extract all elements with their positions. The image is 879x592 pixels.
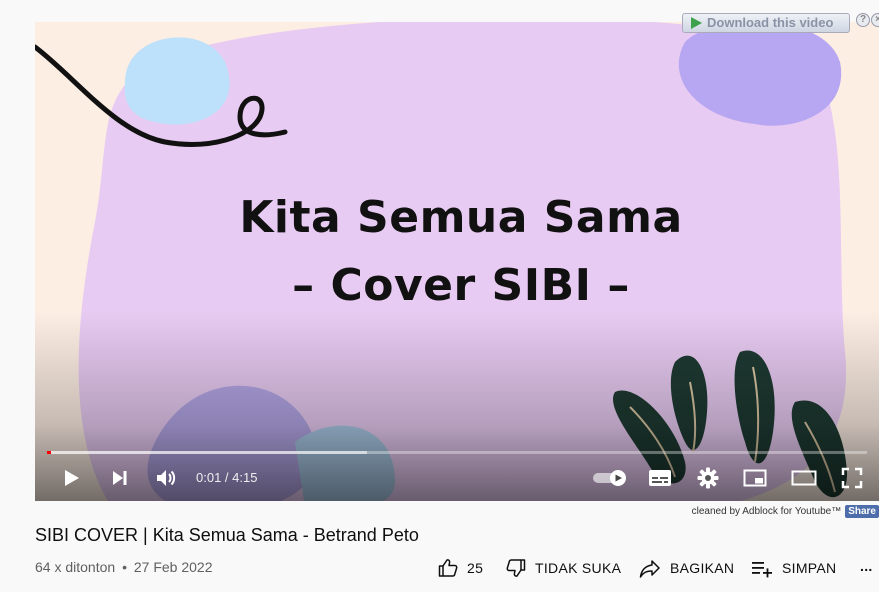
autoplay-toggle-icon [593,470,626,486]
share-label: BAGIKAN [670,560,735,576]
dislike-button[interactable]: TIDAK SUKA [506,558,621,578]
upload-date: 27 Feb 2022 [133,559,213,575]
miniplayer-icon [743,469,767,487]
save-label: SIMPAN [782,560,837,576]
thumbs-up-icon [438,559,458,577]
next-button[interactable] [105,464,133,492]
subtitles-button[interactable] [646,464,674,492]
like-button[interactable]: 25 [438,558,483,578]
settings-button[interactable] [694,464,722,492]
share-icon [639,560,660,578]
video-overlay-title-line2: – Cover SIBI – [292,260,630,311]
thumbs-down-icon [506,559,526,577]
play-button[interactable] [57,464,85,492]
skip-next-icon [113,471,127,485]
theater-mode-button[interactable] [790,464,818,492]
progress-played [47,451,52,454]
download-extension-bar: Download this video ? × [678,13,879,35]
volume-button[interactable] [152,464,180,492]
volume-icon [157,470,176,486]
adblock-share-button[interactable]: Share [845,505,879,518]
view-count: 64 x ditonton [35,559,116,575]
gear-icon [697,467,719,489]
progress-loaded [47,451,367,454]
video-meta: 64 x ditonton • 27 Feb 2022 [35,559,212,575]
miniplayer-button[interactable] [741,464,769,492]
help-button[interactable]: ? [856,13,870,27]
time-display: 0:01 / 4:15 [196,470,258,485]
play-icon [691,17,702,29]
adblock-credit: cleaned by Adblock for Youtube™ Share [692,505,879,518]
more-icon: ... [860,558,873,574]
download-video-button[interactable]: Download this video [682,13,850,33]
fullscreen-icon [841,467,863,489]
youtube-watch-page: Kita Semua Sama – Cover SIBI – 0:01 / 4:… [0,0,879,592]
play-icon [65,470,79,486]
close-button[interactable]: × [871,13,879,27]
theater-mode-icon [791,470,817,486]
fullscreen-button[interactable] [838,464,866,492]
dislike-label: TIDAK SUKA [535,560,622,576]
share-button[interactable]: BAGIKAN [639,558,734,578]
autoplay-toggle[interactable] [590,464,630,492]
adblock-credit-text: cleaned by Adblock for Youtube™ [691,506,842,517]
playlist-add-icon [752,562,772,578]
subtitles-icon [649,470,671,486]
download-video-label: Download this video [707,15,834,30]
meta-separator: • [122,559,127,575]
like-count: 25 [467,560,484,576]
progress-bar[interactable] [47,451,867,454]
save-button[interactable]: SIMPAN [751,558,836,578]
more-actions-button[interactable]: ... [860,558,873,574]
video-player[interactable]: Kita Semua Sama – Cover SIBI – 0:01 / 4:… [35,22,879,501]
video-title: SIBI COVER | Kita Semua Sama - Betrand P… [35,525,419,545]
video-overlay-title-line1: Kita Semua Sama [239,192,683,243]
